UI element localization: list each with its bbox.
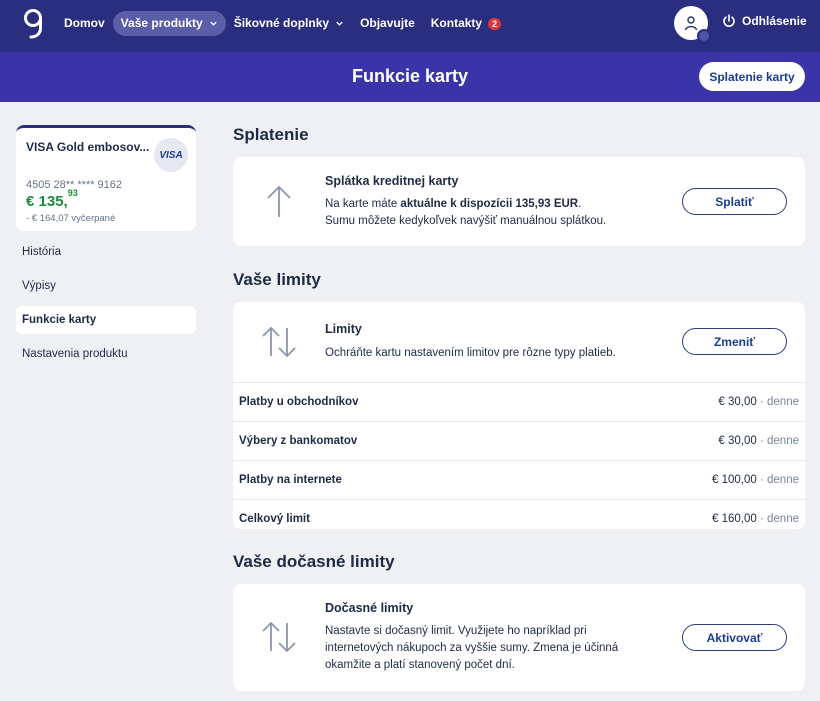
nav-home[interactable]: Domov	[56, 11, 113, 36]
power-icon	[723, 14, 735, 27]
limit-label: Platby na internete	[239, 474, 342, 486]
temp-limits-heading: Dočasné limity	[325, 601, 414, 615]
page-header: Funkcie karty Splatenie karty	[0, 52, 820, 102]
limit-value: € 100,00 · denne	[712, 474, 799, 486]
temp-limits-panel: Dočasné limity Nastavte si dočasný limit…	[233, 584, 805, 691]
card-used-amount: - € 164,07 vyčerpané	[26, 213, 116, 224]
contacts-badge: 2	[488, 17, 502, 30]
temp-limits-section-title: Vaše dočasné limity	[233, 552, 395, 571]
nav-discover[interactable]: Objavujte	[352, 11, 423, 36]
limits-panel: Limity Ochráňte kartu nastavením limitov…	[233, 302, 805, 529]
pay-card-button[interactable]: Splatenie karty	[699, 62, 805, 91]
nav-discover-label: Objavujte	[360, 16, 415, 30]
repayment-text-prefix: Na karte máte	[325, 198, 401, 210]
repayment-section-title: Splatenie	[233, 125, 309, 144]
limits-section-title: Vaše limity	[233, 270, 321, 289]
limit-row: Celkový limit € 160,00 · denne	[233, 499, 805, 538]
activate-temp-limit-button[interactable]: Aktivovať	[682, 624, 787, 651]
limit-period: · denne	[759, 435, 799, 447]
card-balance-main: € 135,	[26, 193, 68, 210]
nav-contacts-label: Kontakty	[430, 16, 483, 30]
limit-row: Platby na internete € 100,00 · denne	[233, 460, 805, 499]
limit-period: · denne	[759, 474, 799, 486]
limit-value: € 30,00 · denne	[718, 435, 799, 447]
temp-limits-text-line1: Nastavte si dočasný limit. Využijete ho …	[325, 625, 587, 637]
limit-label: Platby u obchodníkov	[239, 396, 359, 408]
visa-logo-icon: VISA	[154, 138, 188, 172]
limit-value: € 30,00 · denne	[718, 396, 799, 408]
temp-limits-text-line2: internetových nákupoch za vyššie sumy. Z…	[325, 642, 619, 654]
temp-limits-text-line3: okamžite a platí stanovený počet dní.	[325, 659, 515, 671]
sidebar-item-card-features[interactable]: Funkcie karty	[16, 306, 196, 334]
user-avatar[interactable]	[674, 6, 711, 43]
limit-row: Platby u obchodníkov € 30,00 · denne	[233, 382, 805, 421]
settings-badge-icon	[697, 29, 711, 43]
card-balance: € 135,93	[26, 188, 78, 210]
user-icon	[684, 16, 698, 31]
repayment-text: Na karte máte aktuálne k dispozícii 135,…	[325, 196, 606, 230]
limit-amount: € 100,00	[712, 474, 757, 486]
logout-button[interactable]: Odhlásenie	[722, 14, 807, 28]
repayment-panel: Splátka kreditnej karty Na karte máte ak…	[233, 157, 805, 246]
limits-text: Ochráňte kartu nastavením limitov pre rô…	[325, 347, 616, 359]
change-limits-button[interactable]: Zmeniť	[682, 328, 787, 355]
limit-period: · denne	[759, 513, 799, 525]
repayment-text-suffix: .	[578, 198, 582, 210]
repayment-text-line2: Sumu môžete kedykoľvek navýšiť manuálnou…	[325, 215, 607, 227]
transfer-arrows-icon	[262, 621, 296, 653]
chevron-down-icon	[210, 21, 217, 26]
main-menu: Domov Vaše produkty Šikovné doplnky Obja…	[56, 11, 509, 36]
limits-heading: Limity	[325, 322, 362, 336]
nav-addons-label: Šikovné doplnky	[233, 16, 330, 30]
logout-label: Odhlásenie	[742, 14, 807, 28]
nav-contacts[interactable]: Kontakty 2	[423, 11, 509, 36]
repayment-available-amount: aktuálne k dispozícii 135,93 EUR	[400, 198, 579, 210]
repay-button[interactable]: Splatiť	[682, 188, 787, 215]
card-summary[interactable]: VISA Gold embosov... VISA 4505 28** ****…	[16, 125, 196, 231]
limit-label: Celkový limit	[239, 513, 310, 525]
sidebar-nav: História Výpisy Funkcie karty Nastavenia…	[16, 238, 196, 374]
repayment-heading: Splátka kreditnej karty	[325, 174, 459, 188]
temp-limits-text: Nastavte si dočasný limit. Využijete ho …	[325, 623, 618, 674]
limit-value: € 160,00 · denne	[712, 513, 799, 525]
limit-period: · denne	[759, 396, 799, 408]
nav-addons[interactable]: Šikovné doplnky	[226, 11, 352, 36]
arrow-up-icon	[267, 185, 291, 217]
sidebar-item-statements[interactable]: Výpisy	[16, 272, 196, 300]
limit-amount: € 160,00	[712, 513, 757, 525]
transfer-arrows-icon	[262, 326, 296, 358]
limit-row: Výbery z bankomatov € 30,00 · denne	[233, 421, 805, 460]
sidebar-item-product-settings[interactable]: Nastavenia produktu	[16, 340, 196, 368]
limit-amount: € 30,00	[718, 435, 757, 447]
limit-label: Výbery z bankomatov	[239, 435, 358, 447]
bank-logo-icon[interactable]	[22, 8, 44, 40]
card-balance-cents: 93	[67, 188, 78, 198]
chevron-down-icon	[336, 21, 343, 26]
sidebar-item-history[interactable]: História	[16, 238, 196, 266]
page-title: Funkcie karty	[351, 66, 469, 86]
top-navigation: Domov Vaše produkty Šikovné doplnky Obja…	[0, 0, 820, 52]
nav-your-products-label: Vaše produkty	[120, 16, 203, 30]
repayment-text-line1: Na karte máte aktuálne k dispozícii 135,…	[325, 196, 606, 213]
nav-your-products[interactable]: Vaše produkty	[112, 11, 226, 36]
nav-home-label: Domov	[64, 16, 105, 30]
limit-amount: € 30,00	[718, 396, 757, 408]
